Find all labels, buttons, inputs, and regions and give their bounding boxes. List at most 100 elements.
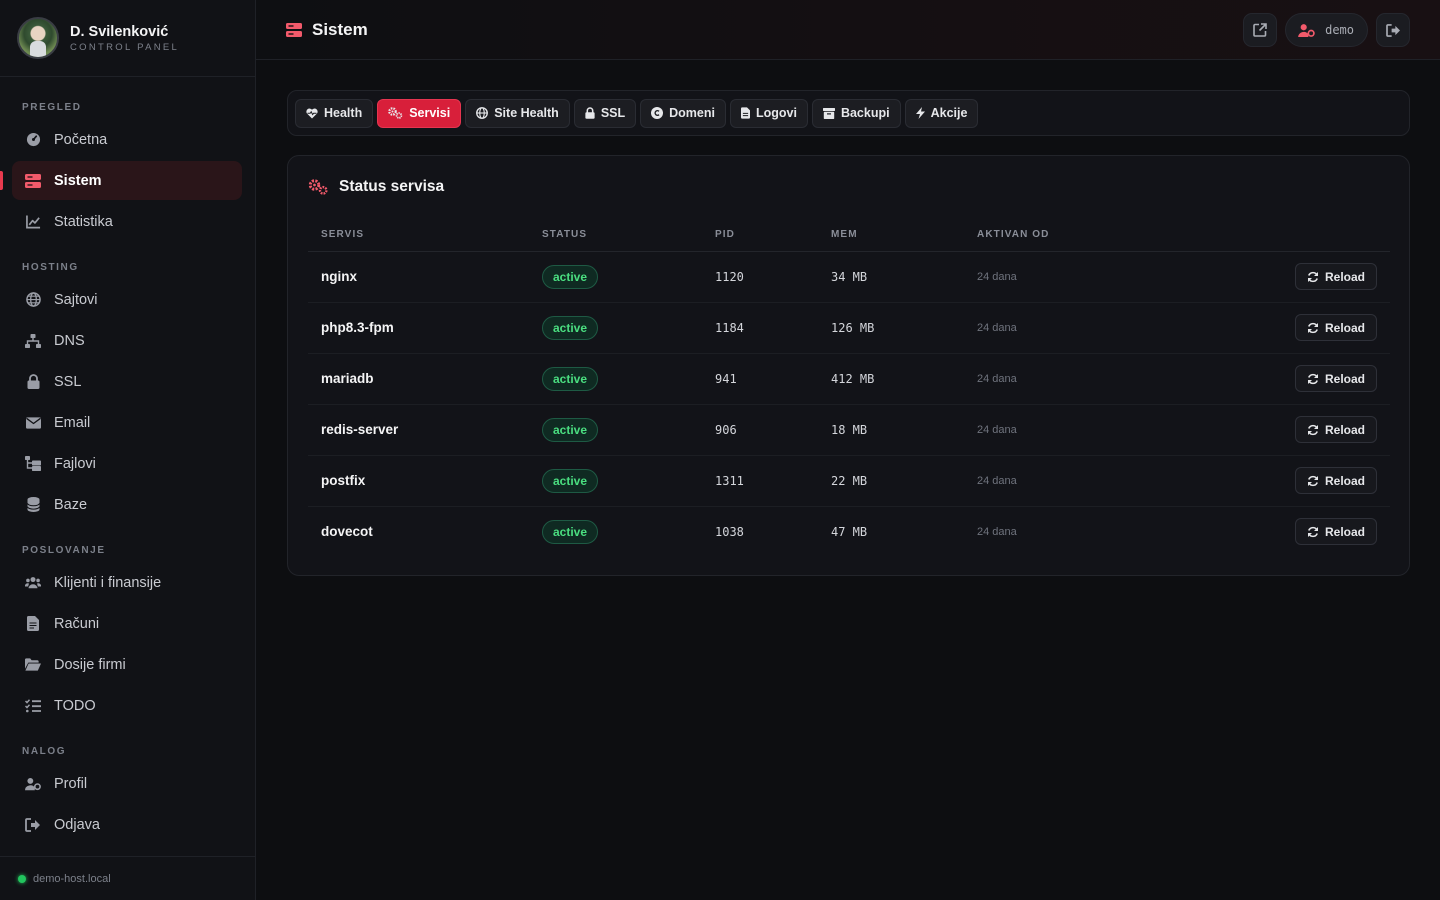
sidebar-item-label: SSL — [54, 373, 82, 390]
table-row: postfix active 1311 22 MB 24 dana Reload — [308, 455, 1390, 507]
col-header-mem: MEM — [818, 218, 964, 252]
database-icon — [25, 497, 41, 513]
service-uptime: 24 dana — [964, 353, 1153, 405]
user-menu-button[interactable]: demo — [1285, 13, 1368, 47]
tab-health[interactable]: Health — [295, 98, 374, 128]
sidebar-item-label: DNS — [54, 332, 85, 349]
tab-label: Servisi — [409, 106, 451, 120]
tab-akcije[interactable]: Akcije — [904, 98, 979, 128]
service-pid: 906 — [702, 404, 818, 456]
sidebar-item-label: Računi — [54, 615, 100, 632]
external-link-icon — [1253, 23, 1267, 37]
service-uptime: 24 dana — [964, 455, 1153, 507]
table-row: mariadb active 941 412 MB 24 dana Reload — [308, 353, 1390, 405]
brand: D. Svilenković CONTROL PANEL — [0, 0, 255, 77]
sidebar-item-sajtovi[interactable]: Sajtovi — [12, 280, 242, 319]
sidebar-item-label: Dosije firmi — [54, 656, 126, 673]
nav-section-pregled: PREGLED — [22, 101, 82, 113]
sidebar-item-dosije[interactable]: Dosije firmi — [12, 645, 242, 684]
status-badge: active — [542, 264, 599, 289]
tab-site-health[interactable]: Site Health — [465, 98, 570, 128]
sidebar-item-ssl[interactable]: SSL — [12, 362, 242, 401]
sidebar-item-label: Baze — [54, 496, 88, 513]
reload-button[interactable]: Reload — [1294, 263, 1377, 290]
sidebar-item-email[interactable]: Email — [12, 403, 242, 442]
service-uptime: 24 dana — [977, 525, 1017, 538]
bolt-icon — [915, 107, 925, 119]
tab-label: Backupi — [840, 106, 890, 120]
service-mem: 47 MB — [831, 524, 868, 539]
sidebar-item-label: Sajtovi — [54, 291, 98, 308]
sidebar-item-fajlovi[interactable]: Fajlovi — [12, 444, 242, 483]
archive-icon — [822, 107, 835, 119]
col-header-servis: SERVIS — [308, 218, 529, 252]
card-title: Status servisa — [308, 178, 444, 196]
reload-label: Reload — [1324, 524, 1365, 539]
refresh-icon — [1307, 526, 1319, 538]
tab-domeni[interactable]: Domeni — [640, 98, 726, 128]
service-name: php8.3-fpm — [308, 302, 529, 354]
service-name: nginx — [308, 251, 529, 303]
sidebar-item-todo[interactable]: TODO — [12, 686, 242, 725]
service-pid: 1120 — [702, 251, 818, 303]
service-pid: 1184 — [702, 302, 818, 354]
table-header-row: SERVIS STATUS PID MEM AKTIVAN OD — [308, 218, 1390, 252]
nav-section-poslovanje: POSLOVANJE — [22, 544, 106, 556]
reload-button[interactable]: Reload — [1294, 314, 1377, 341]
reload-button[interactable]: Reload — [1294, 518, 1377, 546]
user-gear-icon — [25, 776, 41, 792]
folder-open-icon — [25, 657, 41, 673]
sidebar-item-profil[interactable]: Profil — [12, 764, 242, 803]
avatar[interactable] — [17, 17, 59, 59]
open-external-button[interactable] — [1243, 13, 1278, 47]
page-title: Sistem — [286, 20, 368, 40]
reload-button[interactable]: Reload — [1294, 416, 1377, 443]
col-header-status: STATUS — [529, 218, 702, 252]
service-name: postfix — [308, 455, 529, 507]
service-uptime: 24 dana — [964, 251, 1153, 303]
tab-label: Logovi — [755, 106, 797, 120]
service-name: redis-server — [308, 404, 529, 456]
tab-backupi[interactable]: Backupi — [811, 98, 901, 128]
reload-label: Reload — [1324, 320, 1365, 335]
tab-ssl[interactable]: SSL — [573, 98, 637, 128]
table-row: redis-server active 906 18 MB 24 dana Re… — [308, 404, 1390, 456]
sidebar-item-klijenti[interactable]: Klijenti i finansije — [12, 563, 242, 602]
sidebar-item-dns[interactable]: DNS — [12, 321, 242, 360]
envelope-icon — [25, 415, 41, 431]
logout-button[interactable] — [1376, 13, 1410, 47]
sidebar-nav: PREGLED Početna Sistem Statistika HOSTIN… — [0, 77, 255, 844]
service-mem: 18 MB — [818, 404, 964, 456]
file-icon — [740, 107, 750, 119]
tab-logovi[interactable]: Logovi — [729, 98, 808, 128]
services-card: Status servisa SERVIS STATUS PID MEM AKT… — [287, 155, 1410, 576]
sidebar: D. Svilenković CONTROL PANEL PREGLED Poč… — [0, 0, 256, 900]
server-icon — [286, 22, 302, 37]
sidebar-item-sistem[interactable]: Sistem — [0, 161, 242, 200]
sidebar-item-baze[interactable]: Baze — [12, 485, 242, 524]
nav-section-hosting: HOSTING — [22, 261, 79, 273]
tab-label: Site Health — [494, 106, 559, 120]
table-row: dovecot active 1038 47 MB 24 dana Reload — [308, 506, 1390, 557]
sidebar-item-statistika[interactable]: Statistika — [12, 202, 242, 241]
tab-servisi[interactable]: Servisi — [377, 98, 462, 128]
users-icon — [25, 575, 41, 591]
refresh-icon — [1307, 322, 1319, 334]
sitemap-icon — [25, 333, 41, 349]
server-icon — [25, 173, 41, 189]
service-pid: 1311 — [702, 455, 818, 507]
tab-label: Domeni — [669, 106, 715, 120]
heart-pulse-icon — [306, 108, 318, 119]
sidebar-item-pocetna[interactable]: Početna — [12, 120, 242, 159]
status-badge: active — [542, 366, 599, 391]
card-title-text: Status servisa — [339, 178, 445, 195]
sidebar-item-odjava[interactable]: Odjava — [12, 805, 242, 844]
reload-button[interactable]: Reload — [1294, 467, 1377, 494]
host-name: demo-host.local — [33, 872, 111, 885]
service-name: mariadb — [308, 353, 529, 405]
tab-label: Akcije — [930, 106, 968, 120]
reload-button[interactable]: Reload — [1294, 365, 1377, 392]
service-mem: 412 MB — [818, 353, 964, 405]
sidebar-item-label: Fajlovi — [54, 455, 96, 472]
sidebar-item-racuni[interactable]: Računi — [12, 604, 242, 643]
